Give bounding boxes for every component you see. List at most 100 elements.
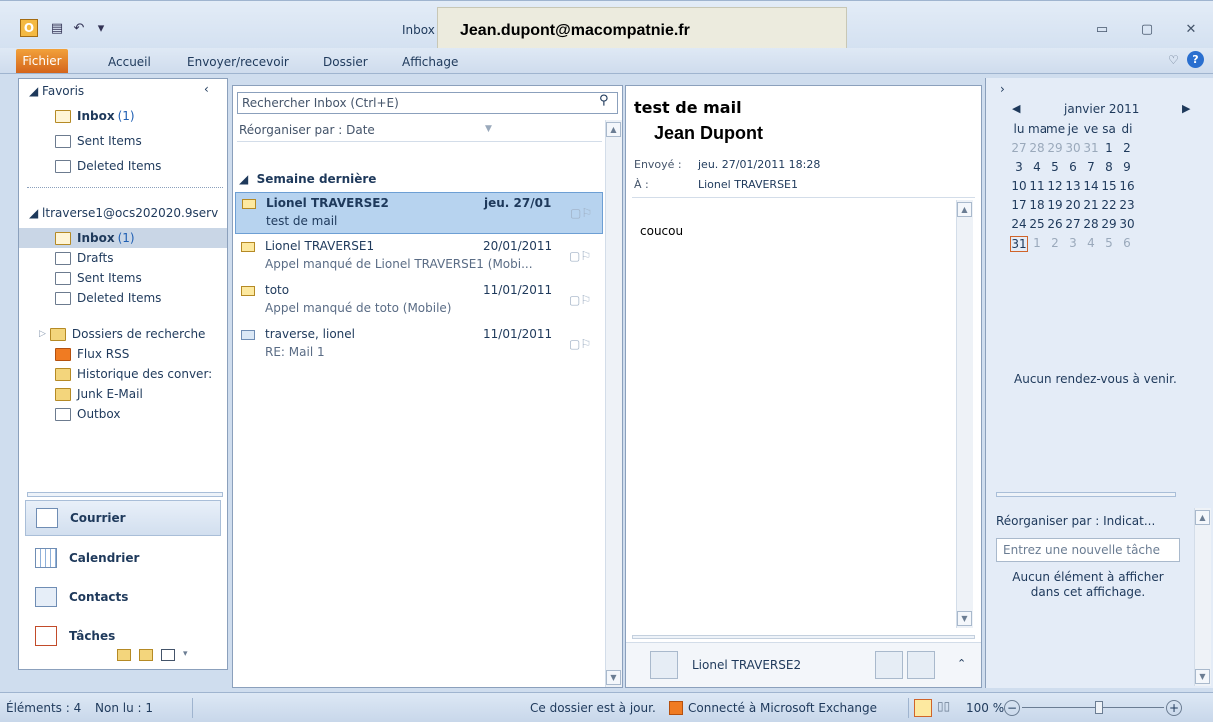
week-row[interactable]: 10 11 12 13 14 15 16 (1010, 179, 1136, 193)
expand-people-icon[interactable]: ⌃ (957, 657, 966, 670)
search-icon[interactable]: ⚲ (599, 93, 609, 108)
task-arrange-by[interactable]: Réorganiser par : Indicat... (996, 514, 1155, 528)
message-list-pane: Rechercher Inbox (Ctrl+E) ⚲ Réorganiser … (232, 85, 623, 688)
sender-name[interactable]: Jean Dupont (650, 121, 768, 146)
tab-file[interactable]: Fichier (16, 49, 68, 73)
people-pane-splitter[interactable] (632, 635, 975, 639)
favorite-deleted-items[interactable]: Deleted Items (19, 156, 227, 176)
item-count: Éléments : 4 (6, 701, 82, 715)
rss-icon (55, 347, 71, 361)
scroll-down-icon[interactable]: ▼ (1195, 669, 1210, 684)
next-month-icon[interactable]: ▶ (1182, 102, 1190, 115)
notes-icon[interactable] (117, 649, 131, 661)
message-row[interactable]: Lionel TRAVERSE1 20/01/2011 Appel manqué… (235, 236, 603, 278)
folder-junk[interactable]: Junk E-Mail (19, 384, 227, 404)
people-name[interactable]: Lionel TRAVERSE2 (692, 658, 801, 672)
message-list-scrollbar[interactable]: ▲ ▼ (605, 120, 622, 687)
zoom-slider-handle[interactable] (1095, 701, 1103, 714)
nav-contacts[interactable]: Contacts (25, 579, 221, 615)
scroll-up-icon[interactable]: ▲ (957, 202, 972, 217)
account-header[interactable]: ◢ ltraverse1@ocs202020.9serv (29, 206, 218, 220)
flag-icon[interactable]: ▢⚐ (569, 249, 591, 263)
todo-splitter[interactable] (996, 492, 1176, 497)
prev-month-icon[interactable]: ◀ (1012, 102, 1020, 115)
scroll-up-icon[interactable]: ▲ (1195, 510, 1210, 525)
expand-todo-icon[interactable]: › (1000, 82, 1005, 96)
close-button[interactable]: ✕ (1176, 19, 1206, 39)
folder-search-folders[interactable]: ▷ Dossiers de recherche (19, 324, 227, 344)
zoom-level[interactable]: 100 % (966, 701, 1004, 715)
folder-inbox[interactable]: Inbox (1) (19, 228, 227, 248)
to-label: À : (634, 178, 649, 191)
scroll-up-icon[interactable]: ▲ (606, 122, 621, 137)
reading-view-icon[interactable]: ▯▯ (937, 699, 950, 713)
flag-icon[interactable]: ▢⚐ (570, 206, 592, 220)
zoom-out-icon[interactable]: − (1004, 700, 1020, 716)
avatar[interactable] (650, 651, 678, 679)
scroll-down-icon[interactable]: ▼ (957, 611, 972, 626)
reading-scrollbar[interactable]: ▲ ▼ (956, 200, 973, 628)
folder-list-icon[interactable] (139, 649, 153, 661)
normal-view-icon[interactable] (914, 699, 932, 717)
zoom-in-icon[interactable]: + (1166, 700, 1182, 716)
week-row[interactable]: 24 25 26 27 28 29 30 (1010, 217, 1136, 231)
week-row[interactable]: 27 28 29 30 31 1 2 (1010, 141, 1136, 155)
nav-calendar[interactable]: Calendrier (25, 540, 221, 576)
tab-home[interactable]: Accueil (108, 52, 151, 74)
folder-deleted-items[interactable]: Deleted Items (19, 288, 227, 308)
undo-icon[interactable]: ↶ (70, 19, 88, 37)
inbox-icon (55, 231, 71, 245)
scroll-down-icon[interactable]: ▼ (606, 670, 621, 685)
tab-view[interactable]: Affichage (402, 52, 458, 74)
search-input[interactable]: Rechercher Inbox (Ctrl+E) (237, 92, 618, 114)
flag-icon[interactable]: ▢⚐ (569, 337, 591, 351)
tab-send-receive[interactable]: Envoyer/recevoir (187, 52, 289, 74)
flag-icon[interactable]: ▢⚐ (569, 293, 591, 307)
folder-conversation-history[interactable]: Historique des conver: (19, 364, 227, 384)
status-separator (192, 698, 193, 718)
connection-status[interactable]: Connecté à Microsoft Exchange (688, 701, 877, 715)
group-header[interactable]: ◢ Semaine dernière (239, 172, 376, 186)
envelope-icon (242, 199, 256, 209)
minimize-button[interactable]: ▭ (1087, 19, 1117, 39)
arrange-by[interactable]: Réorganiser par : Date (237, 120, 602, 142)
save-icon[interactable]: ▤ (48, 19, 66, 37)
collapse-pane-icon[interactable]: ‹ (204, 82, 209, 96)
task-scrollbar[interactable]: ▲ ▼ (1194, 508, 1211, 686)
zoom-slider[interactable] (1022, 707, 1164, 708)
folder-sent-items[interactable]: Sent Items (19, 268, 227, 288)
folder-rss[interactable]: Flux RSS (19, 344, 227, 364)
message-row[interactable]: Lionel TRAVERSE2 jeu. 27/01 test de mail… (235, 192, 603, 234)
message-row[interactable]: traverse, lionel 11/01/2011 RE: Mail 1 ▢… (235, 324, 603, 366)
title-bar: O ▤ ↶ ▾ Inbox Jean.dupont@macompatnie.fr… (0, 0, 1213, 57)
today-cell[interactable]: 31 (1010, 236, 1028, 252)
folder-pane: ◢ Favoris ‹ Inbox (1) Sent Items Deleted … (18, 78, 228, 670)
customize-quick-access-icon[interactable]: ▾ (92, 19, 110, 37)
maximize-button[interactable]: ▢ (1132, 19, 1162, 39)
folder-icon (55, 367, 71, 381)
nav-mail[interactable]: Courrier (25, 500, 221, 536)
folder-outbox[interactable]: Outbox (19, 404, 227, 424)
favorites-header[interactable]: ◢ Favoris (29, 84, 84, 98)
pane-splitter[interactable] (27, 492, 223, 497)
shortcuts-icon[interactable] (161, 649, 175, 661)
favorite-sent-items[interactable]: Sent Items (19, 131, 227, 151)
to-recipient[interactable]: Lionel TRAVERSE1 (698, 178, 798, 191)
message-row[interactable]: toto 11/01/2011 Appel manqué de toto (Mo… (235, 280, 603, 322)
help-icon[interactable]: ? (1187, 51, 1204, 68)
week-row[interactable]: 17 18 19 20 21 22 23 (1010, 198, 1136, 212)
week-row[interactable]: 3456789 (1010, 160, 1136, 174)
sort-dropdown-icon[interactable]: ▼ (485, 124, 492, 134)
folder-drafts[interactable]: Drafts (19, 248, 227, 268)
avatar[interactable] (907, 651, 935, 679)
tab-folder[interactable]: Dossier (323, 52, 368, 74)
junk-icon (55, 387, 71, 401)
expand-icon[interactable]: ▷ (39, 329, 46, 339)
outlook-app-icon[interactable]: O (20, 19, 38, 37)
week-row[interactable]: 31 1 2 3 4 5 6 (1010, 236, 1136, 252)
avatar[interactable] (875, 651, 903, 679)
configure-buttons-icon[interactable]: ▾ (183, 649, 188, 661)
favorite-inbox[interactable]: Inbox (1) (19, 106, 227, 126)
new-task-input[interactable]: Entrez une nouvelle tâche (996, 538, 1180, 562)
minimize-ribbon-icon[interactable]: ♡ (1168, 53, 1179, 67)
